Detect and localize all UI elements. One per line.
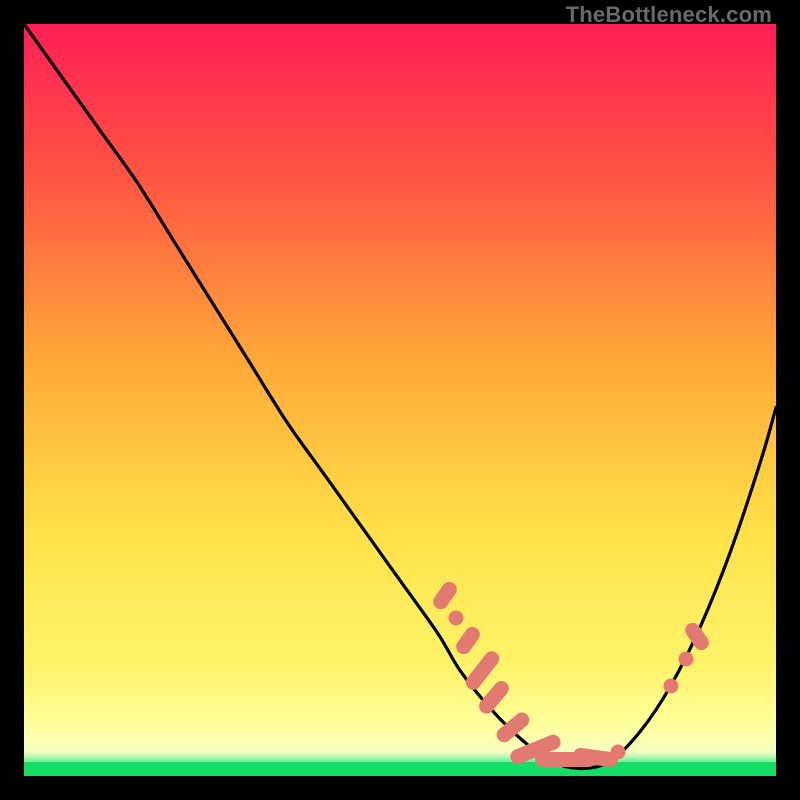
watermark-text: TheBottleneck.com bbox=[566, 2, 772, 28]
chart-frame bbox=[24, 24, 776, 776]
data-point bbox=[611, 744, 626, 759]
bottleneck-curve bbox=[24, 24, 776, 776]
data-point bbox=[663, 678, 678, 693]
data-point bbox=[449, 611, 464, 626]
data-point bbox=[678, 652, 693, 667]
